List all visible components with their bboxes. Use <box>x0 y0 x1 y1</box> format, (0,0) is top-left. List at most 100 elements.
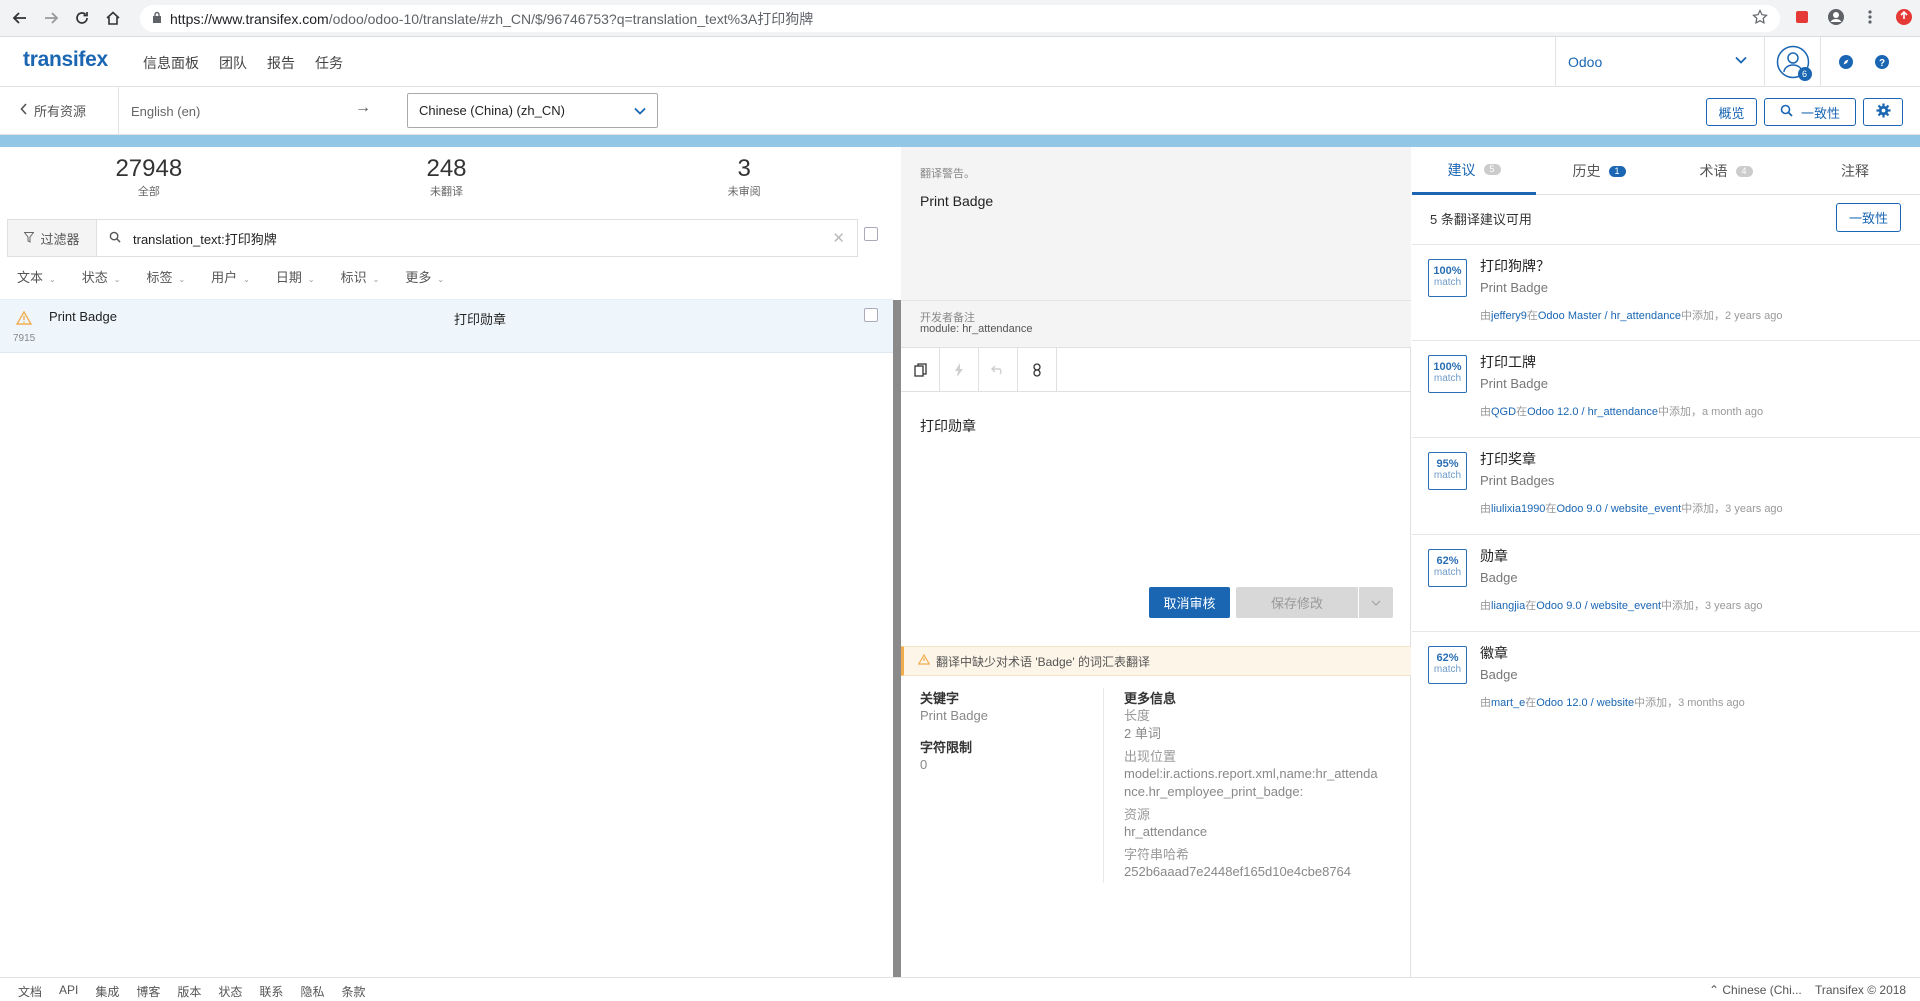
suggestion-item[interactable]: 95% match 打印奖章 Print Badges 由liulixia1990… <box>1412 438 1920 535</box>
occurrence-label: 出现位置 <box>1124 749 1177 764</box>
top-nav: 信息面板 团队 报告 任务 <box>143 53 343 73</box>
address-bar[interactable]: https://www.transifex.com/odoo/odoo-10/t… <box>140 5 1780 32</box>
footer-link-versions[interactable]: 版本 <box>177 983 201 1000</box>
select-all-checkbox[interactable] <box>864 227 878 241</box>
extension-icon[interactable] <box>1792 7 1812 27</box>
footer-link-api[interactable]: API <box>59 983 78 1000</box>
nav-teams[interactable]: 团队 <box>219 53 247 73</box>
target-language-select[interactable]: Chinese (China) (zh_CN) <box>407 93 658 128</box>
facet-date[interactable]: 日期 ⌄ <box>276 267 315 286</box>
suggestion-project-link[interactable]: Odoo Master / hr_attendance <box>1538 310 1681 322</box>
suggestion-project-link[interactable]: Odoo 9.0 / website_event <box>1536 600 1661 612</box>
suggestion-item[interactable]: 100% match 打印工牌 Print Badge 由QGD在Odoo 12.… <box>1412 341 1920 438</box>
tab-comments[interactable]: 注释 <box>1790 147 1920 195</box>
suggestion-meta: 由QGD在Odoo 12.0 / hr_attendance中添加，a mont… <box>1480 406 1764 418</box>
footer-link-integrations[interactable]: 集成 <box>95 983 119 1000</box>
source-string: Print Badge <box>920 193 994 209</box>
facet-status[interactable]: 状态 ⌄ <box>82 267 121 286</box>
forward-arrow-icon[interactable] <box>40 7 62 29</box>
home-icon[interactable] <box>102 7 124 29</box>
suggestion-user-link[interactable]: mart_e <box>1491 697 1525 709</box>
string-source: Print Badge <box>49 309 117 324</box>
nav-tasks[interactable]: 任务 <box>315 53 343 73</box>
string-id: 7915 <box>13 333 36 344</box>
consistency-button[interactable]: 一致性 <box>1764 98 1856 126</box>
match-badge: 100% match <box>1428 259 1467 297</box>
browser-toolbar: https://www.transifex.com/odoo/odoo-10/t… <box>0 0 1920 37</box>
footer-link-contact[interactable]: 联系 <box>259 983 283 1000</box>
reload-icon[interactable] <box>71 7 93 29</box>
footer-language-select[interactable]: ⌃ Chinese (Chi... <box>1709 983 1802 997</box>
footer-link-status[interactable]: 状态 <box>218 983 242 1000</box>
special-chars-icon[interactable] <box>1018 348 1057 392</box>
facet-more[interactable]: 更多 ⌄ <box>405 267 444 286</box>
facet-key[interactable]: 标识 ⌄ <box>341 267 380 286</box>
footer-link-blog[interactable]: 博客 <box>136 983 160 1000</box>
suggestion-item[interactable]: 62% match 徽章 Badge 由mart_e在Odoo 12.0 / we… <box>1412 632 1920 729</box>
filter-button[interactable]: 过滤器 <box>8 220 97 256</box>
compass-icon[interactable] <box>1834 37 1858 87</box>
save-changes-button[interactable]: 保存修改 <box>1236 587 1358 618</box>
footer-link-terms[interactable]: 条款 <box>341 983 365 1000</box>
suggestion-project-link[interactable]: Odoo 12.0 / hr_attendance <box>1527 406 1658 418</box>
nav-reports[interactable]: 报告 <box>267 53 295 73</box>
suggestion-project-link[interactable]: Odoo 12.0 / website <box>1536 697 1634 709</box>
undo-icon[interactable] <box>979 348 1018 392</box>
notifications-button[interactable]: 6 <box>1765 37 1821 87</box>
search-icon <box>1780 104 1793 120</box>
footer-link-privacy[interactable]: 隐私 <box>300 983 324 1000</box>
facet-text[interactable]: 文本 ⌄ <box>17 267 56 286</box>
help-icon[interactable]: ? <box>1870 37 1894 87</box>
facet-tags[interactable]: 标签 ⌄ <box>146 267 185 286</box>
more-info-label: 更多信息 <box>1124 691 1177 706</box>
search-input[interactable]: translation_text:打印狗牌 ✕ <box>97 220 857 256</box>
clear-search-icon[interactable]: ✕ <box>832 229 845 247</box>
suggestion-text: 徽章 <box>1480 645 1508 661</box>
organization-select[interactable]: Odoo <box>1555 37 1765 87</box>
stat-value: 248 <box>426 155 467 182</box>
tab-glossary[interactable]: 术语 4 <box>1662 147 1790 195</box>
save-options-chevron-icon[interactable] <box>1359 587 1393 618</box>
lightning-icon[interactable] <box>940 348 979 392</box>
suggestion-item[interactable]: 100% match 打印狗牌？ Print Badge 由jeffery9在Od… <box>1412 244 1920 341</box>
suggestion-project-link[interactable]: Odoo 9.0 / website_event <box>1556 503 1681 515</box>
unreview-button[interactable]: 取消审核 <box>1149 587 1230 618</box>
suggestion-source: Print Badge <box>1480 376 1548 391</box>
stat-unreviewed[interactable]: 3 未审阅 <box>595 147 893 207</box>
back-arrow-icon[interactable] <box>9 7 31 29</box>
overview-button[interactable]: 概览 <box>1706 98 1757 126</box>
facet-user[interactable]: 用户 ⌄ <box>211 267 250 286</box>
tab-label: 建议 <box>1447 161 1476 178</box>
update-icon[interactable] <box>1894 7 1914 27</box>
all-resources-link[interactable]: 所有资源 <box>20 101 86 120</box>
string-row[interactable]: Print Badge 打印勋章 7915 <box>0 299 893 353</box>
row-checkbox[interactable] <box>864 308 878 322</box>
tab-suggestions[interactable]: 建议 5 <box>1412 147 1536 195</box>
suggestion-user-link[interactable]: liulixia1990 <box>1491 503 1545 515</box>
suggestion-user-link[interactable]: jeffery9 <box>1491 310 1527 322</box>
transifex-logo[interactable]: transifex <box>23 48 108 72</box>
suggestion-source: Badge <box>1480 570 1518 585</box>
suggestions-consistency-button[interactable]: 一致性 <box>1836 203 1901 232</box>
sidebar-tabs: 建议 5 历史 1 术语 4 注释 <box>1412 147 1920 195</box>
panel-resizer[interactable] <box>893 300 901 977</box>
settings-button[interactable] <box>1863 98 1903 126</box>
suggestion-user-link[interactable]: QGD <box>1491 406 1516 418</box>
account-icon[interactable] <box>1826 7 1846 27</box>
suggestion-item[interactable]: 62% match 勋章 Badge 由liangjia在Odoo 9.0 / w… <box>1412 535 1920 632</box>
search-query: translation_text:打印狗牌 <box>133 231 277 247</box>
footer-link-docs[interactable]: 文档 <box>18 983 42 1000</box>
suggestion-user-link[interactable]: liangjia <box>1491 600 1525 612</box>
copy-source-icon[interactable] <box>901 348 940 392</box>
star-icon[interactable] <box>1752 9 1768 28</box>
match-badge: 62% match <box>1428 549 1467 587</box>
nav-dashboard[interactable]: 信息面板 <box>143 53 199 73</box>
stat-all[interactable]: 27948 全部 <box>0 147 298 207</box>
tab-history[interactable]: 历史 1 <box>1536 147 1662 195</box>
translation-textarea[interactable]: 打印勋章 <box>920 416 976 436</box>
menu-dots-icon[interactable] <box>1860 7 1880 27</box>
stat-untranslated[interactable]: 248 未翻译 <box>298 147 596 207</box>
suggestion-text: 勋章 <box>1480 548 1508 564</box>
notification-count: 6 <box>1797 67 1812 81</box>
strings-panel: 27948 全部 248 未翻译 3 未审阅 过滤器 translation_t… <box>0 147 893 977</box>
